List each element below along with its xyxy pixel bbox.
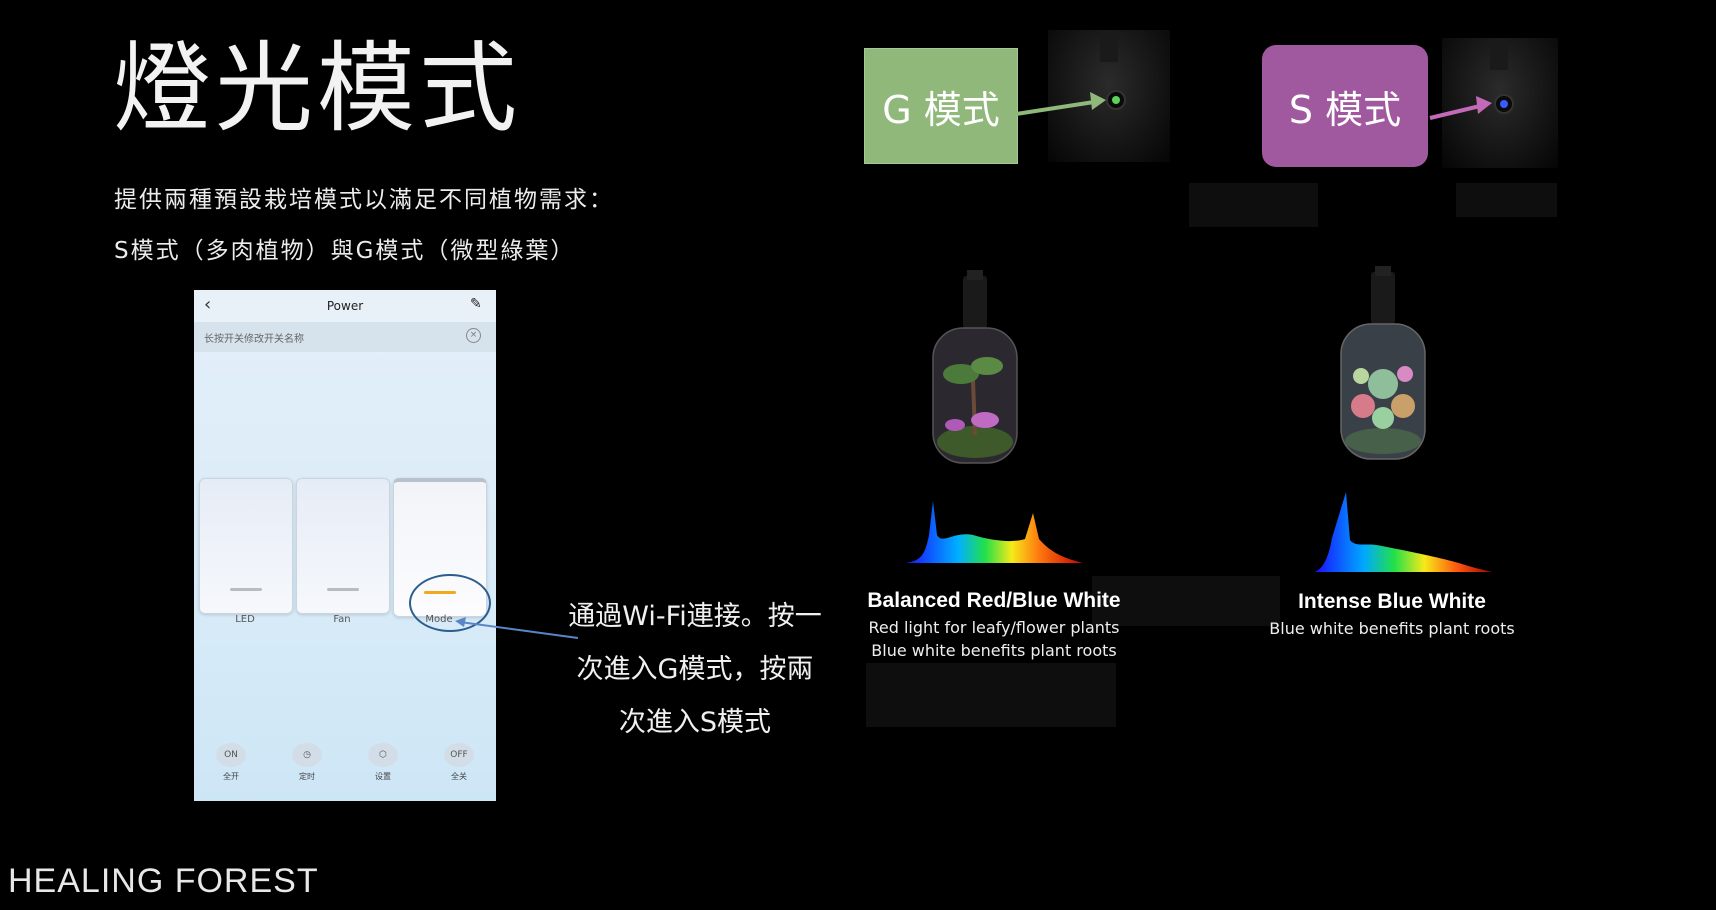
g-caption-title: Balanced Red/Blue White <box>867 589 1121 612</box>
g-mode-arrow <box>1015 92 1106 116</box>
clock-icon: ◷ <box>292 743 322 767</box>
dark-patch <box>866 663 1116 727</box>
lamp-cap <box>1100 32 1118 62</box>
instruction-line-3: 次進入S模式 <box>618 707 772 738</box>
s-caption-line-1: Blue white benefits plant roots <box>1269 619 1515 638</box>
instruction-line-2: 次進入G模式，按兩 <box>576 654 814 685</box>
app-header: ‹ Power ✎ <box>194 290 496 322</box>
lamp-cap <box>1490 40 1508 70</box>
switch-label-fan: Fan <box>333 614 351 625</box>
instruction-text: 通過Wi-Fi連接。按一 次進入G模式，按兩 次進入S模式 <box>555 590 835 749</box>
page-title: 燈光模式 <box>113 32 522 146</box>
switch-fan[interactable] <box>296 478 390 614</box>
g-caption-line-2: Blue white benefits plant roots <box>871 641 1117 660</box>
s-spectrum-graphic <box>1314 492 1492 572</box>
switch-label-led: LED <box>235 614 255 625</box>
timer-label: 定时 <box>299 772 315 781</box>
s-mode-caption: Intense Blue White Blue white benefits p… <box>1262 590 1522 640</box>
blue-indicator-icon <box>1500 100 1508 108</box>
g-mode-caption: Balanced Red/Blue White Red light for le… <box>856 589 1132 662</box>
subtitle-line-1: 提供兩種預設栽培模式以滿足不同植物需求： <box>114 187 614 213</box>
rename-hint-bar: 长按开关修改开关名称 <box>194 322 496 352</box>
timer-button[interactable]: ◷ 定时 <box>272 742 342 782</box>
green-indicator-icon <box>1112 96 1120 104</box>
settings-button[interactable]: ⬡ 设置 <box>348 742 418 782</box>
switch-led[interactable] <box>199 478 293 614</box>
instruction-line-1: 通過Wi-Fi連接。按一 <box>568 601 822 632</box>
off-icon: OFF <box>444 743 474 767</box>
s-terrarium-image <box>1340 266 1426 460</box>
all-off-button[interactable]: OFF 全关 <box>424 742 494 782</box>
all-off-label: 全关 <box>451 772 467 781</box>
s-mode-arrow <box>1429 96 1492 120</box>
switch-indicator <box>230 588 262 591</box>
brand-logo: HEALING FOREST <box>8 862 319 900</box>
g-spectrum-graphic <box>905 501 1083 563</box>
close-icon[interactable]: × <box>466 328 481 343</box>
app-title: Power <box>326 299 364 313</box>
pencil-icon[interactable]: ✎ <box>470 296 482 312</box>
s-mode-label: S 模式 <box>1262 45 1428 167</box>
s-caption-title: Intense Blue White <box>1298 590 1486 613</box>
on-icon: ON <box>216 743 246 767</box>
rename-hint: 长按开关修改开关名称 <box>204 334 304 345</box>
phone-screenshot: ‹ Power ✎ 长按开关修改开关名称 × LED Fan Mode ON 全开… <box>194 290 496 801</box>
switch-indicator <box>327 588 359 591</box>
subtitle-line-2: S模式（多肉植物）與G模式（微型綠葉） <box>114 238 576 264</box>
dark-patch <box>1189 183 1318 227</box>
dark-patch <box>1456 183 1557 217</box>
settings-icon: ⬡ <box>368 743 398 767</box>
all-on-button[interactable]: ON 全开 <box>196 742 266 782</box>
g-caption-line-1: Red light for leafy/flower plants <box>868 618 1120 637</box>
all-on-label: 全开 <box>223 772 239 781</box>
g-terrarium-image <box>932 270 1018 464</box>
settings-label: 设置 <box>375 772 391 781</box>
g-mode-label: G 模式 <box>864 48 1018 164</box>
